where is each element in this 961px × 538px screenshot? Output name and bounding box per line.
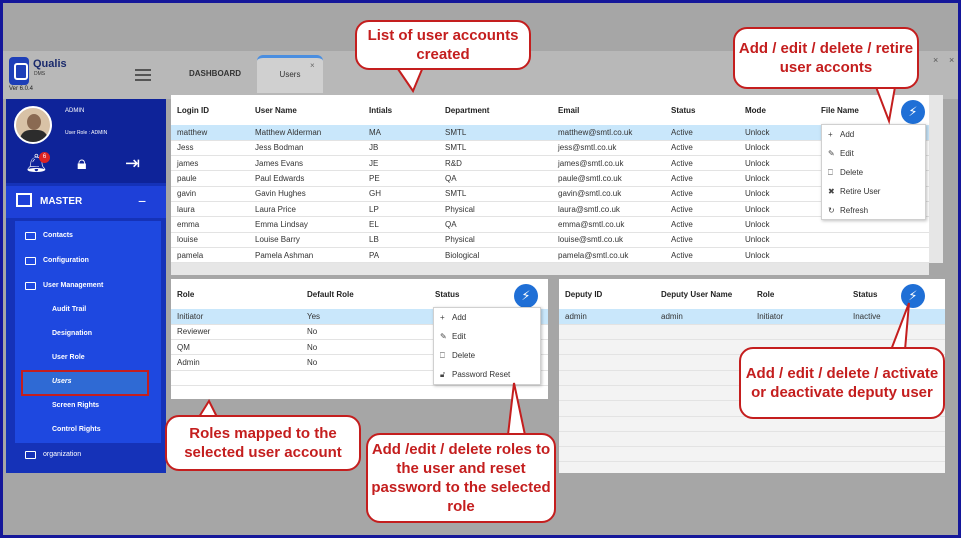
callout-users-actions: Add / edit / delete / retire user accont…	[733, 27, 919, 89]
callout-roles-mapped: Roles mapped to the selected user accoun…	[165, 415, 361, 471]
pointer-users-actions	[875, 86, 896, 125]
callout-deputy-actions: Add / edit / delete / activate or deacti…	[739, 347, 945, 419]
callout-user-list: List of user accounts created	[355, 20, 531, 70]
app-frame: Qualis DMS Ver 6.0.4 DASHBOARD Users × ×…	[0, 0, 961, 538]
callout-roles-actions: Add /edit / delete roles to the user and…	[366, 433, 556, 523]
pointer-list	[397, 66, 424, 94]
pointer-deputy-actions	[890, 302, 910, 351]
pointer-roles-actions	[507, 382, 526, 436]
